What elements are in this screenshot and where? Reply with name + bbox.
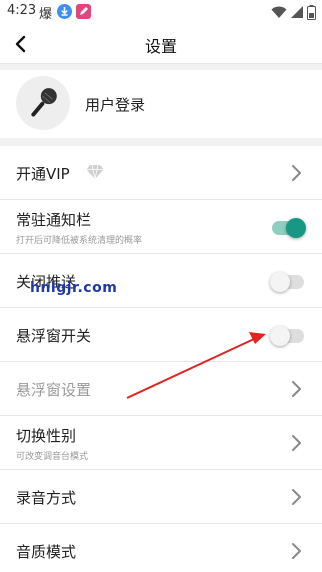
chevron-right-icon (291, 542, 302, 560)
settings-item-label: 常驻通知栏 (16, 211, 92, 229)
settings-item-notification-bar[interactable]: 常驻通知栏 打开后可降低被系统清理的概率 (0, 200, 322, 254)
battery-icon (307, 4, 316, 20)
settings-item-label: 音质模式 (16, 543, 77, 561)
watermark: hnlgjr.com (30, 280, 118, 296)
settings-item-vip[interactable]: 开通VIP (0, 146, 322, 200)
settings-item-floating-window-switch[interactable]: 悬浮窗开关 (0, 308, 322, 362)
title-bar: 设置 (0, 24, 322, 64)
toggle-knob (286, 218, 306, 238)
chevron-right-icon (291, 434, 302, 452)
chevron-right-icon (291, 164, 302, 182)
signal-icon (291, 6, 303, 18)
status-time: 4:23 (7, 3, 37, 18)
download-icon (57, 4, 72, 19)
page-title: 设置 (144, 37, 177, 56)
app-notification-glyph: 爆 (39, 7, 53, 22)
settings-item-switch-gender[interactable]: 切换性别 可改变调音台模式 (0, 416, 322, 470)
microphone-icon (31, 88, 57, 117)
status-bar: 4:23 爆 (0, 0, 322, 24)
toggle-knob (270, 272, 290, 292)
floating-window-toggle[interactable] (270, 326, 304, 346)
settings-item-label: 开通VIP (16, 165, 70, 183)
avatar[interactable] (16, 76, 70, 130)
diamond-icon (86, 164, 104, 180)
edit-icon (76, 4, 91, 19)
user-login-card[interactable]: 用户登录 (0, 70, 322, 138)
settings-item-sublabel: 打开后可降低被系统清理的概率 (16, 236, 143, 246)
disable-push-toggle[interactable] (270, 272, 304, 292)
wifi-icon (271, 6, 287, 18)
settings-item-sublabel: 可改变调音台模式 (16, 452, 89, 462)
settings-item-label: 悬浮窗设置 (16, 381, 92, 399)
settings-item-label: 切换性别 (16, 427, 77, 445)
notification-bar-toggle[interactable] (272, 218, 306, 238)
user-login-label: 用户登录 (85, 96, 146, 114)
settings-item-audio-quality[interactable]: 音质模式 (0, 524, 322, 572)
settings-item-label: 录音方式 (16, 489, 77, 507)
chevron-right-icon (291, 488, 302, 506)
chevron-right-icon (291, 380, 302, 398)
settings-item-recording-mode[interactable]: 录音方式 (0, 470, 322, 524)
toggle-knob (270, 326, 290, 346)
settings-list: 开通VIP 常驻通知栏 打开后可降低被系统清理的概率 关闭推送 悬浮窗开关 悬浮… (0, 146, 322, 572)
settings-item-label: 悬浮窗开关 (16, 327, 92, 345)
settings-item-floating-window-settings[interactable]: 悬浮窗设置 (0, 362, 322, 416)
